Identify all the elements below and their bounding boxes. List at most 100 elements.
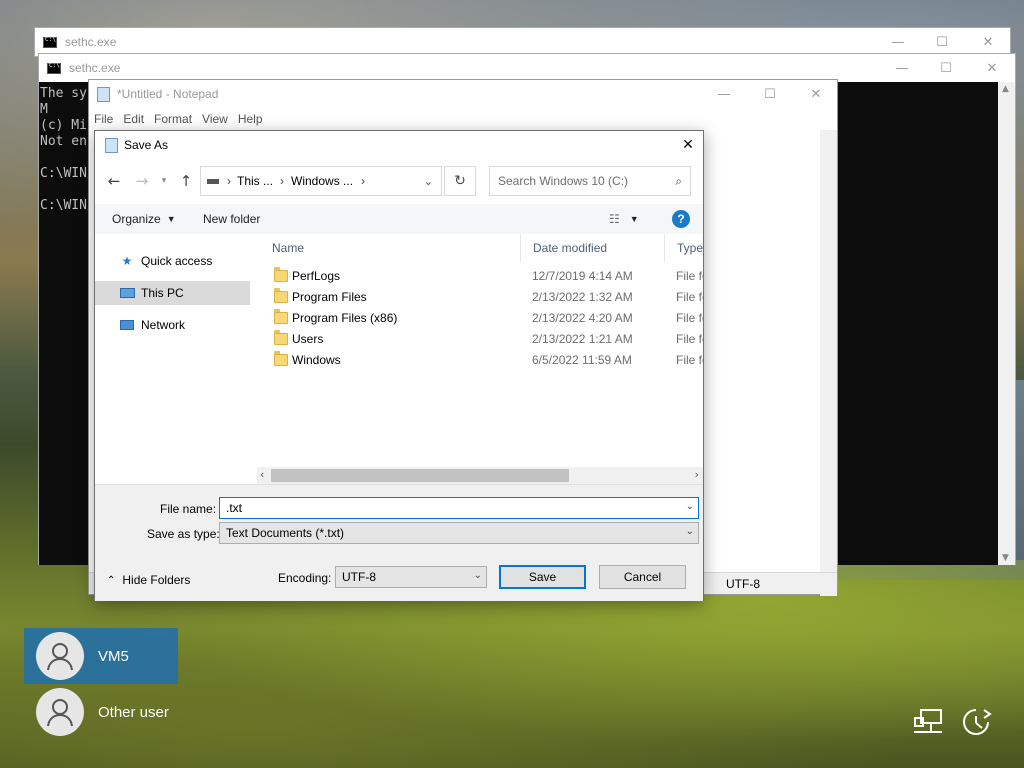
chevron-right-icon[interactable]: › <box>361 174 365 188</box>
cancel-button[interactable]: Cancel <box>599 565 686 589</box>
search-placeholder: Search Windows 10 (C:) <box>498 174 629 188</box>
hide-folders-label: Hide Folders <box>122 573 191 587</box>
avatar <box>36 632 84 680</box>
folder-icon <box>274 266 288 282</box>
folder-icon <box>274 350 288 366</box>
save-type-select[interactable]: Text Documents (*.txt) ⌄ <box>219 522 699 544</box>
organize-button[interactable]: Organize ▼ <box>112 204 176 234</box>
file-name-input[interactable]: .txt ⌄ <box>219 497 699 519</box>
horizontal-scrollbar[interactable]: ‹ › <box>257 467 703 484</box>
file-row[interactable]: Users 2/13/2022 1:21 AM File fo <box>257 328 703 349</box>
nav-label: This PC <box>141 286 184 300</box>
notepad-scrollbar[interactable]: ▼ <box>820 130 837 596</box>
forward-arrow-icon[interactable]: → <box>131 166 153 196</box>
minimize-button[interactable]: — <box>701 80 747 108</box>
notepad-menubar: File Edit Format View Help <box>89 108 268 130</box>
nav-label: Network <box>141 318 186 332</box>
scroll-thumb[interactable] <box>271 469 569 482</box>
breadcrumb-windows[interactable]: Windows ... <box>291 174 353 188</box>
file-date: 2/13/2022 1:21 AM <box>532 331 633 346</box>
breadcrumb-this-pc[interactable]: This ... <box>237 174 273 188</box>
file-type: File fo <box>676 352 703 367</box>
file-name: Program Files <box>292 289 367 304</box>
star-icon: ★ <box>121 254 133 268</box>
chevron-up-icon: ⌃ <box>107 574 116 586</box>
person-icon <box>47 643 73 671</box>
chevron-down-icon[interactable]: ⌄ <box>686 501 694 512</box>
menu-help[interactable]: Help <box>233 112 268 126</box>
scroll-right-icon[interactable]: › <box>695 468 699 481</box>
up-arrow-icon[interactable]: ↑ <box>175 166 197 196</box>
dialog-titlebar[interactable]: Save As <box>95 131 703 159</box>
maximize-button[interactable]: ☐ <box>919 28 965 56</box>
file-row[interactable]: Program Files 2/13/2022 1:32 AM File fo <box>257 286 703 307</box>
folder-icon <box>274 287 288 303</box>
new-folder-button[interactable]: New folder <box>203 204 260 234</box>
address-bar[interactable]: › This ... › Windows ... › ⌄ <box>200 166 442 196</box>
nav-network[interactable]: Network <box>95 313 250 337</box>
close-button[interactable]: ✕ <box>969 54 1015 82</box>
recent-locations-icon[interactable]: ▾ <box>157 166 171 196</box>
column-name[interactable]: Name <box>259 234 519 262</box>
encoding-label: Encoding: <box>278 571 332 585</box>
notepad-icon <box>97 86 110 102</box>
dialog-title: Save As <box>124 138 169 152</box>
accessibility-icon[interactable] <box>958 704 994 740</box>
nav-quick-access[interactable]: ★ Quick access <box>95 249 250 273</box>
console-scrollbar[interactable]: ▲ ▼ <box>998 82 1015 565</box>
refresh-icon[interactable]: ↻ <box>444 166 476 196</box>
cmd-icon <box>47 62 61 74</box>
hide-folders-button[interactable]: ⌃ Hide Folders <box>107 573 190 587</box>
drive-icon <box>207 178 219 184</box>
maximize-button[interactable]: ☐ <box>923 54 969 82</box>
network-status-icon[interactable] <box>910 704 946 740</box>
chevron-down-icon: ⌄ <box>685 526 694 537</box>
console-line-8: C:\WIN <box>40 198 87 213</box>
dialog-footer: File name: .txt ⌄ Save as type: Text Doc… <box>95 484 703 601</box>
save-button[interactable]: Save <box>499 565 586 589</box>
help-icon[interactable]: ? <box>672 210 690 228</box>
file-row[interactable]: Program Files (x86) 2/13/2022 4:20 AM Fi… <box>257 307 703 328</box>
console-line-6: C:\WIN <box>40 166 87 181</box>
close-button[interactable]: ✕ <box>965 28 1011 56</box>
cmd-front-title: sethc.exe <box>69 61 121 75</box>
menu-file[interactable]: File <box>89 112 118 126</box>
folder-icon <box>274 308 288 324</box>
back-arrow-icon[interactable]: ← <box>103 166 125 196</box>
column-type[interactable]: Type <box>664 234 703 262</box>
maximize-button[interactable]: ☐ <box>747 80 793 108</box>
cmd-front-titlebar[interactable]: sethc.exe <box>39 54 1015 82</box>
minimize-button[interactable]: — <box>875 28 921 56</box>
minimize-button[interactable]: — <box>879 54 925 82</box>
view-options-icon[interactable]: ☷ ▼ <box>609 204 639 234</box>
close-button[interactable]: ✕ <box>793 80 839 108</box>
file-type: File fo <box>676 289 703 304</box>
user-tile-other[interactable]: Other user <box>24 684 169 740</box>
file-name: Windows <box>292 352 341 367</box>
file-row[interactable]: Windows 6/5/2022 11:59 AM File fo <box>257 349 703 370</box>
nav-this-pc[interactable]: This PC <box>95 281 250 305</box>
search-input[interactable]: Search Windows 10 (C:) ⌕ <box>489 166 691 196</box>
organize-label: Organize <box>112 212 161 226</box>
encoding-select[interactable]: UTF-8 ⌄ <box>335 566 487 588</box>
scroll-left-icon[interactable]: ‹ <box>260 468 264 481</box>
cmd-back-title: sethc.exe <box>65 35 117 49</box>
file-row[interactable]: PerfLogs 12/7/2019 4:14 AM File fo <box>257 265 703 286</box>
column-date-modified[interactable]: Date modified <box>520 234 664 262</box>
file-type: File fo <box>676 310 703 325</box>
save-type-label: Save as type: <box>147 527 220 541</box>
chevron-down-icon[interactable]: ⌄ <box>424 175 433 188</box>
file-date: 2/13/2022 4:20 AM <box>532 310 633 325</box>
menu-edit[interactable]: Edit <box>118 112 149 126</box>
cmd-back-titlebar[interactable]: sethc.exe <box>35 28 1010 56</box>
command-bar: Organize ▼ New folder ☷ ▼ <box>95 204 703 234</box>
chevron-right-icon[interactable]: › <box>227 174 231 188</box>
chevron-right-icon[interactable]: › <box>280 174 284 188</box>
save-as-dialog[interactable]: Save As ✕ ← → ▾ ↑ › This ... › Windows .… <box>94 130 704 601</box>
close-button[interactable]: ✕ <box>665 131 711 159</box>
console-line-3: (c) Mi <box>40 118 87 133</box>
user-tile-vm5[interactable]: VM5 <box>24 628 178 684</box>
cmd-icon <box>43 36 57 48</box>
menu-format[interactable]: Format <box>149 112 197 126</box>
menu-view[interactable]: View <box>197 112 233 126</box>
